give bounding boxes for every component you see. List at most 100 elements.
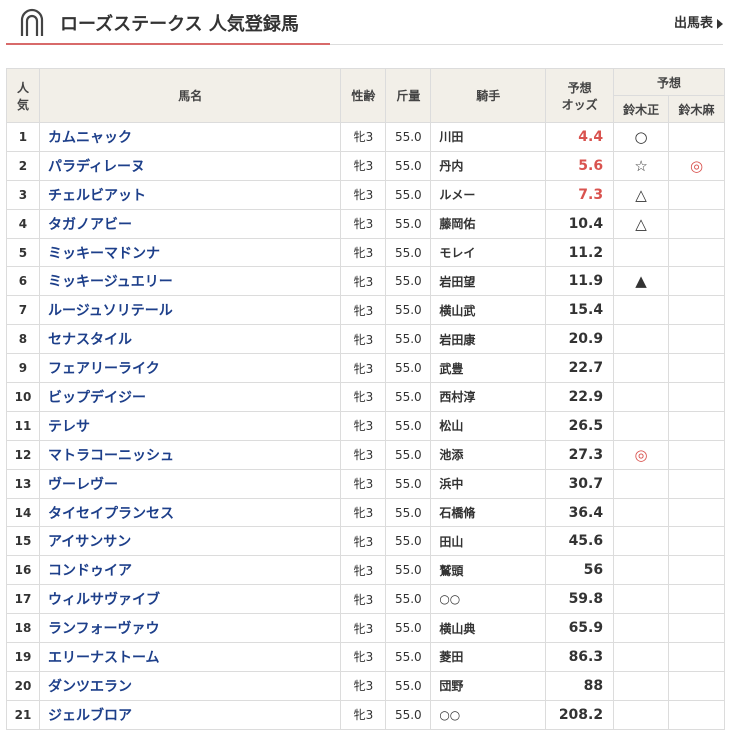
rank-cell: 13: [6, 468, 40, 499]
horse-name-link[interactable]: ミッキージュエリー: [38, 266, 342, 297]
pred-a-cell: [613, 526, 670, 557]
jockey-link[interactable]: 西村淳: [430, 382, 547, 412]
horse-name-link[interactable]: パラディレーヌ: [38, 150, 342, 181]
rank-cell: 3: [6, 179, 40, 210]
jockey-link[interactable]: 横山典: [430, 613, 547, 644]
rank-cell: 18: [6, 613, 40, 644]
pred-a-cell: ▲: [613, 266, 670, 297]
pred-a-cell: [613, 613, 670, 644]
entries-link-label: 出馬表: [673, 16, 713, 31]
sex-age-cell: 牝3: [340, 295, 387, 326]
jockey-link[interactable]: 川田: [430, 122, 547, 152]
horse-name-link[interactable]: ランフォーヴァウ: [38, 613, 342, 644]
horse-name-link[interactable]: ルージュソリテール: [38, 295, 342, 326]
odds-cell: 30.7: [545, 468, 615, 499]
jockey-link[interactable]: 菱田: [430, 642, 547, 672]
col-header-pred-b: 鈴木麻: [668, 95, 725, 123]
rank-cell: 20: [6, 670, 40, 701]
double-circle-mark: ◎: [689, 156, 704, 175]
sex-age-cell: 牝3: [340, 324, 387, 355]
horse-name-link[interactable]: フェアリーライク: [38, 353, 342, 384]
page-header: ローズステークス 人気登録馬 出馬表: [0, 0, 729, 46]
weight-cell: 55.0: [385, 468, 432, 499]
horse-name-link[interactable]: タガノアビー: [38, 208, 342, 239]
rank-cell: 4: [6, 208, 40, 239]
jockey-link[interactable]: 藤岡佑: [430, 208, 547, 239]
prediction-mark: ▲: [635, 272, 647, 291]
weight-cell: 55.0: [385, 179, 432, 210]
weight-cell: 55.0: [385, 410, 432, 441]
pred-b-cell: [668, 122, 725, 152]
rank-cell: 19: [6, 642, 40, 672]
pred-a-cell: [613, 670, 670, 701]
pred-a-cell: [613, 324, 670, 355]
horse-name-link[interactable]: セナスタイル: [38, 324, 342, 355]
sex-age-cell: 牝3: [340, 266, 387, 297]
horse-name-link[interactable]: タイセイプランセス: [38, 497, 342, 528]
rank-cell: 9: [6, 353, 40, 384]
sex-age-cell: 牝3: [340, 237, 387, 268]
horse-name-link[interactable]: カムニャック: [38, 122, 342, 152]
jockey-link[interactable]: 池添: [430, 439, 547, 470]
pred-b-cell: [668, 526, 725, 557]
sex-age-cell: 牝3: [340, 179, 387, 210]
sex-age-cell: 牝3: [340, 555, 387, 586]
horse-name-link[interactable]: エリーナストーム: [38, 642, 342, 672]
jockey-link[interactable]: ルメー: [430, 179, 547, 210]
rank-cell: 16: [6, 555, 40, 586]
jockey-link[interactable]: 浜中: [430, 468, 547, 499]
triangle-right-icon: [717, 18, 723, 29]
jockey-link[interactable]: 岩田望: [430, 266, 547, 297]
col-header-weight: 斤量: [385, 68, 432, 123]
jockey-link[interactable]: ○○: [430, 584, 547, 615]
horse-name-link[interactable]: テレサ: [38, 410, 342, 441]
horse-name-link[interactable]: コンドゥイア: [38, 555, 342, 586]
jockey-link[interactable]: 田山: [430, 526, 547, 557]
table-row: 18 ランフォーヴァウ 牝3 55.0 横山典 65.9: [6, 613, 725, 644]
pred-b-cell: [668, 468, 725, 499]
odds-cell: 5.6: [545, 150, 615, 181]
jockey-link[interactable]: 団野: [430, 670, 547, 701]
horse-name-link[interactable]: ヴーレヴー: [38, 468, 342, 499]
pred-b-cell: [668, 179, 725, 210]
horse-name-link[interactable]: アイサンサン: [38, 526, 342, 557]
table-row: 20 ダンツエラン 牝3 55.0 団野 88: [6, 670, 725, 701]
jockey-link[interactable]: 松山: [430, 410, 547, 441]
jockey-link[interactable]: 石橋脩: [430, 497, 547, 528]
odds-cell: 15.4: [545, 295, 615, 326]
pred-b-cell: [668, 208, 725, 239]
pred-a-cell: [613, 555, 670, 586]
horse-name-link[interactable]: ミッキーマドンナ: [38, 237, 342, 268]
horse-name-link[interactable]: チェルビアット: [38, 179, 342, 210]
table-row: 10 ビップデイジー 牝3 55.0 西村淳 22.9: [6, 382, 725, 412]
pred-a-cell: [613, 382, 670, 412]
horse-name-link[interactable]: マトラコーニッシュ: [38, 439, 342, 470]
weight-cell: 55.0: [385, 324, 432, 355]
horse-name-link[interactable]: ダンツエラン: [38, 670, 342, 701]
table-row: 4 タガノアビー 牝3 55.0 藤岡佑 10.4 △: [6, 208, 725, 239]
col-header-odds: 予想 オッズ: [545, 68, 615, 123]
rank-cell: 10: [6, 382, 40, 412]
odds-cell: 36.4: [545, 497, 615, 528]
jockey-link[interactable]: 鷲頭: [430, 555, 547, 586]
table-row: 12 マトラコーニッシュ 牝3 55.0 池添 27.3 ◎: [6, 439, 725, 470]
horse-name-link[interactable]: ウィルサヴァイブ: [38, 584, 342, 615]
weight-cell: 55.0: [385, 699, 432, 730]
jockey-link[interactable]: モレイ: [430, 237, 547, 268]
odds-cell: 7.3: [545, 179, 615, 210]
odds-cell: 86.3: [545, 642, 615, 672]
entries-link[interactable]: 出馬表: [674, 12, 723, 31]
jockey-link[interactable]: 丹内: [430, 150, 547, 181]
pred-a-cell: △: [613, 208, 670, 239]
table-row: 8 セナスタイル 牝3 55.0 岩田康 20.9: [6, 324, 725, 355]
table-row: 17 ウィルサヴァイブ 牝3 55.0 ○○ 59.8: [6, 584, 725, 615]
odds-cell: 4.4: [545, 122, 615, 152]
horse-name-link[interactable]: ビップデイジー: [38, 382, 342, 412]
odds-cell: 10.4: [545, 208, 615, 239]
jockey-link[interactable]: ○○: [430, 699, 547, 730]
pred-b-cell: [668, 439, 725, 470]
horse-name-link[interactable]: ジェルブロア: [38, 699, 342, 730]
jockey-link[interactable]: 武豊: [430, 353, 547, 384]
jockey-link[interactable]: 横山武: [430, 295, 547, 326]
jockey-link[interactable]: 岩田康: [430, 324, 547, 355]
